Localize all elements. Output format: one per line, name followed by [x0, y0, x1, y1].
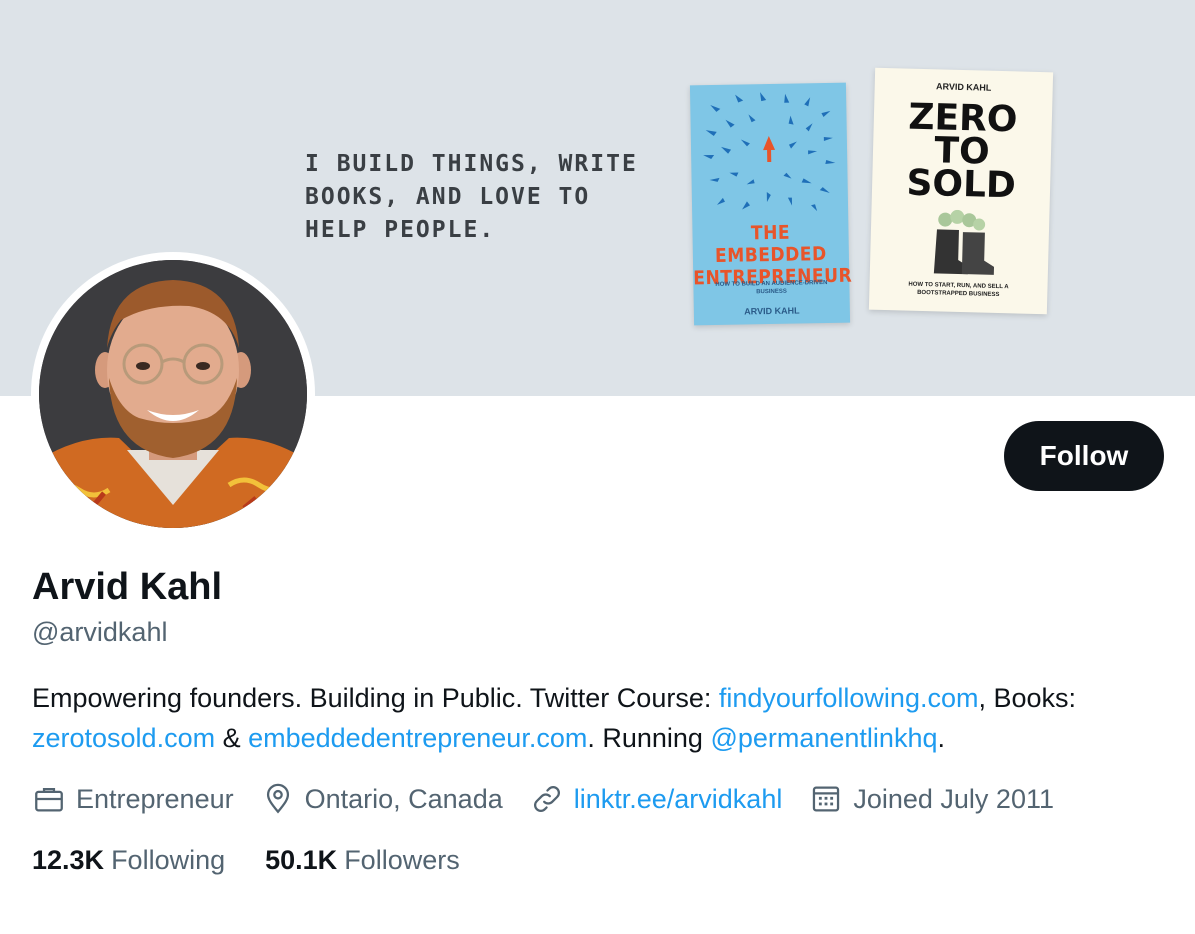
meta-location: Ontario, Canada — [261, 782, 503, 816]
meta-location-label: Ontario, Canada — [304, 783, 503, 814]
meta-profession-label: Entrepreneur — [76, 783, 234, 814]
book1-subtitle: HOW TO BUILD AN AUDIENCE-DRIVEN BUSINESS — [715, 280, 828, 296]
followers-label: Followers — [344, 845, 460, 875]
book2-title: ZERO TO SOLD — [905, 96, 1018, 207]
follow-button[interactable]: Follow — [1004, 421, 1164, 491]
meta-website[interactable]: linktr.ee/arvidkahl — [530, 782, 783, 816]
followers-stat[interactable]: 50.1K Followers — [265, 845, 460, 876]
link-icon — [533, 786, 560, 812]
profile-name: Arvid Kahl — [32, 566, 223, 608]
following-stat[interactable]: 12.3K Following — [32, 845, 225, 876]
meta-joined-label: Joined July 2011 — [853, 783, 1054, 814]
followers-count: 50.1K — [265, 845, 338, 875]
meta-joined: Joined July 2011 — [809, 782, 1054, 816]
banner-tagline: I BUILD THINGS, WRITE BOOKS, AND LOVE TO… — [305, 151, 638, 243]
location-pin-icon — [266, 783, 289, 814]
meta-profession: Entrepreneur — [32, 782, 234, 816]
bio-link-zerotosold[interactable]: zerotosold.com — [32, 723, 215, 753]
profile-stats: 12.3K Following 50.1K Followers — [32, 845, 500, 876]
bio-mention-permanentlinkhq[interactable]: @permanentlinkhq — [710, 723, 937, 753]
following-label: Following — [111, 845, 226, 875]
profile-handle: @arvidkahl — [32, 617, 168, 647]
book-cover-embedded-entrepreneur: THE EMBEDDED ENTREPRENEUR HOW TO BUILD A… — [689, 82, 852, 326]
book2-subtitle: HOW TO START, RUN, AND SELL A BOOTSTRAPP… — [908, 281, 1009, 299]
calendar-icon — [813, 786, 840, 812]
book-cover-zero-to-sold: ARVID KAHL ZERO TO SOLD HOW TO START, RU… — [868, 67, 1054, 315]
bio-link-findyourfollowing[interactable]: findyourfollowing.com — [719, 683, 979, 713]
bio-text: , Books: — [978, 683, 1077, 713]
avatar[interactable] — [39, 260, 307, 528]
bio-text: & — [215, 723, 249, 753]
avatar-portrait — [39, 260, 307, 528]
bio-text: . Running — [587, 723, 711, 753]
bio-text: Empowering founders. Building in Public.… — [32, 683, 719, 713]
meta-website-link[interactable]: linktr.ee/arvidkahl — [574, 784, 783, 815]
book1-author: ARVID KAHL — [744, 305, 800, 317]
briefcase-icon — [35, 787, 63, 812]
profile-bio: Empowering founders. Building in Public.… — [32, 678, 1172, 758]
birds-illustration — [703, 92, 836, 212]
bio-text: . — [937, 723, 945, 753]
bio-link-embeddedentrepreneur[interactable]: embeddedentrepreneur.com — [248, 723, 587, 753]
following-count: 12.3K — [32, 845, 105, 875]
boots-illustration — [933, 209, 995, 275]
profile-meta: Entrepreneur Ontario, Canada linktr.ee/a… — [32, 782, 1081, 816]
book2-author: ARVID KAHL — [935, 81, 992, 93]
